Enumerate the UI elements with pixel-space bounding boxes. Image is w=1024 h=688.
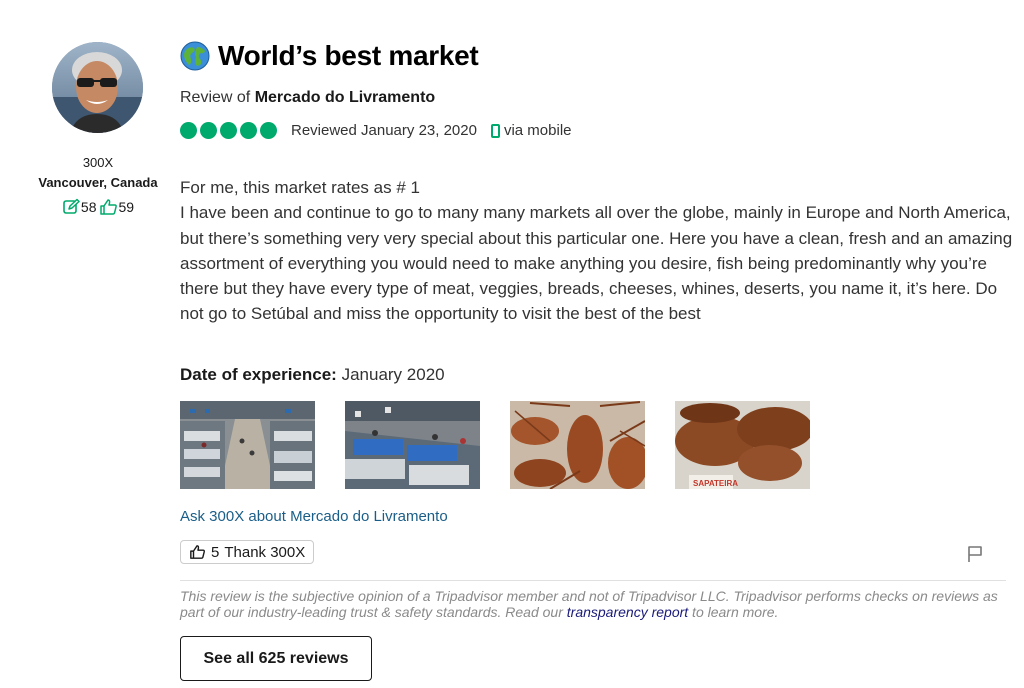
reviewer-stats: 58 59 — [28, 198, 168, 216]
rating-bubble-icon — [240, 122, 257, 139]
contributions-count: 58 — [80, 199, 97, 215]
contributions-stat: 58 — [62, 198, 97, 216]
helpful-votes-stat: 59 — [99, 198, 135, 216]
thumbs-up-icon — [99, 198, 118, 216]
photo-sign-text: SAPATEIRA — [693, 479, 738, 488]
rating-bubble-icon — [180, 122, 197, 139]
review-body: For me, this market rates as # 1 I have … — [180, 175, 1020, 327]
globe-icon — [180, 41, 210, 71]
thank-count: 5 — [211, 543, 220, 561]
rating-bubble-icon — [260, 122, 277, 139]
divider — [180, 580, 1006, 581]
reviewer-username[interactable]: 300X — [28, 155, 168, 170]
review-photo-market-hall[interactable] — [180, 401, 315, 489]
date-of-experience: Date of experience: January 2020 — [180, 365, 445, 385]
thank-label: Thank 300X — [224, 543, 306, 561]
date-of-experience-value: January 2020 — [341, 365, 445, 384]
pencil-icon — [62, 198, 80, 216]
rating-bubble-icon — [200, 122, 217, 139]
reviewed-date: Reviewed January 23, 2020 — [291, 122, 477, 139]
place-name[interactable]: Mercado do Livramento — [255, 89, 435, 106]
thank-button[interactable]: 5 Thank 300X — [180, 540, 315, 564]
helpful-votes-count: 59 — [118, 199, 135, 215]
review-body-line1: For me, this market rates as # 1 — [180, 178, 420, 197]
bubble-rating — [180, 122, 277, 139]
date-of-experience-label: Date of experience: — [180, 365, 337, 384]
review-of-prefix: Review of — [180, 89, 251, 106]
reviewer-avatar[interactable] — [52, 42, 143, 133]
ask-reviewer-link[interactable]: Ask 300X about Mercado do Livramento — [180, 508, 448, 525]
review-photos: SAPATEIRA — [180, 401, 810, 489]
via-mobile: via mobile — [490, 122, 572, 139]
review-of-line: Review of Mercado do Livramento — [180, 89, 435, 107]
review-photo-lobsters[interactable] — [510, 401, 645, 489]
review-title-text: World’s best market — [218, 40, 479, 71]
review-body-line2: I have been and continue to go to many m… — [180, 203, 1013, 324]
flag-icon[interactable] — [966, 545, 984, 568]
review-photo-fish-stalls[interactable] — [345, 401, 480, 489]
review-title[interactable]: World’s best market — [180, 40, 479, 72]
rating-bubble-icon — [220, 122, 237, 139]
review-disclaimer: This review is the subjective opinion of… — [180, 588, 1010, 620]
see-all-reviews-button[interactable]: See all 625 reviews — [180, 636, 372, 681]
thumbs-up-icon — [189, 544, 206, 560]
rating-row: Reviewed January 23, 2020 via mobile — [180, 122, 572, 139]
review-photo-crabs[interactable]: SAPATEIRA — [675, 401, 810, 489]
transparency-report-link[interactable]: transparency report — [567, 604, 688, 620]
mobile-phone-icon — [490, 123, 500, 138]
disclaimer-text-end: to learn more. — [688, 603, 779, 620]
via-mobile-label: via mobile — [503, 122, 572, 139]
reviewer-location: Vancouver, Canada — [38, 175, 158, 190]
